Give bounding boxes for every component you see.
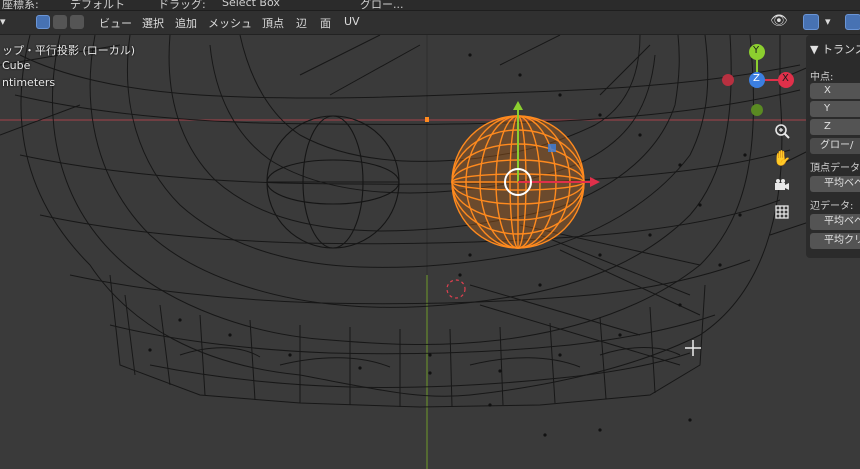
tool-settings-bar: 座標系: デフォルト ドラッグ: Select Box グロー...: [0, 0, 860, 11]
editor-type-chevron-icon[interactable]: ▾: [0, 15, 6, 28]
orientation-dropdown[interactable]: デフォルト: [70, 0, 125, 10]
menu-add[interactable]: 追加: [175, 15, 197, 31]
view-name-label: ップ・平行投影 (ローカル): [2, 44, 136, 57]
median-y-field[interactable]: Y: [810, 101, 860, 117]
grid-icon[interactable]: [771, 201, 793, 223]
median-x-field[interactable]: X: [810, 83, 860, 99]
units-label: ntimeters: [2, 76, 56, 89]
face-select-mode-button[interactable]: [70, 15, 84, 29]
overlay-dropdown-icon[interactable]: ▾: [825, 15, 831, 28]
menu-view[interactable]: ビュー: [99, 15, 132, 31]
coord-label: 座標系:: [2, 0, 39, 11]
visibility-eye-icon[interactable]: 👁: [770, 13, 788, 29]
edge-data-label: 辺データ:: [810, 201, 854, 212]
vertex-select-mode-button[interactable]: [36, 15, 50, 29]
menu-select[interactable]: 選択: [142, 15, 164, 31]
gizmo-y-label[interactable]: Y: [753, 45, 759, 56]
vertex-data-label: 頂点データ: [810, 163, 860, 174]
gizmo-x-label[interactable]: X: [782, 73, 789, 84]
viewport-header: ▾ ビュー 選択 追加 メッシュ 頂点 辺 面 UV 👁 ▾: [0, 11, 860, 35]
edge-select-mode-button[interactable]: [53, 15, 67, 29]
menu-mesh[interactable]: メッシュ: [208, 15, 252, 31]
3d-viewport[interactable]: ップ・平行投影 (ローカル) Cube ntimeters Y Z X ✋: [0, 35, 860, 469]
edge-bevel-weight-field[interactable]: 平均ベベ: [810, 214, 860, 230]
hand-icon[interactable]: ✋: [771, 147, 793, 169]
global-toggle-button[interactable]: グロー/: [810, 138, 860, 154]
transform-panel-title[interactable]: ▼ トランス: [810, 41, 860, 57]
3d-cursor: [446, 279, 466, 299]
wireframe-scene: [0, 35, 860, 469]
menu-uv[interactable]: UV: [344, 15, 360, 28]
xray-toggle-icon[interactable]: [845, 14, 860, 30]
menu-face[interactable]: 面: [320, 15, 331, 31]
drag-dropdown[interactable]: Select Box: [222, 0, 280, 9]
menu-vertex[interactable]: 頂点: [262, 15, 284, 31]
sidebar-transform-panel: ▼ トランス 中点: X Y Z グロー/ 頂点データ 平均ベベ 辺データ: 平…: [806, 35, 860, 258]
pivot-dropdown[interactable]: グロー...: [360, 0, 404, 10]
median-label: 中点:: [810, 72, 834, 83]
camera-icon[interactable]: [771, 174, 793, 196]
median-z-field[interactable]: Z: [810, 119, 860, 135]
object-name-label: Cube: [2, 59, 31, 72]
zoom-icon[interactable]: [771, 120, 793, 142]
wireframe-mesh: [0, 35, 860, 408]
vertex-bevel-weight-field[interactable]: 平均ベベ: [810, 176, 860, 192]
gizmo-z-label[interactable]: Z: [753, 73, 760, 84]
menu-edge[interactable]: 辺: [296, 15, 307, 31]
edge-crease-field[interactable]: 平均クリ: [810, 233, 860, 249]
gizmo-toggle-icon[interactable]: [803, 14, 819, 30]
drag-label: ドラッグ:: [158, 0, 206, 11]
